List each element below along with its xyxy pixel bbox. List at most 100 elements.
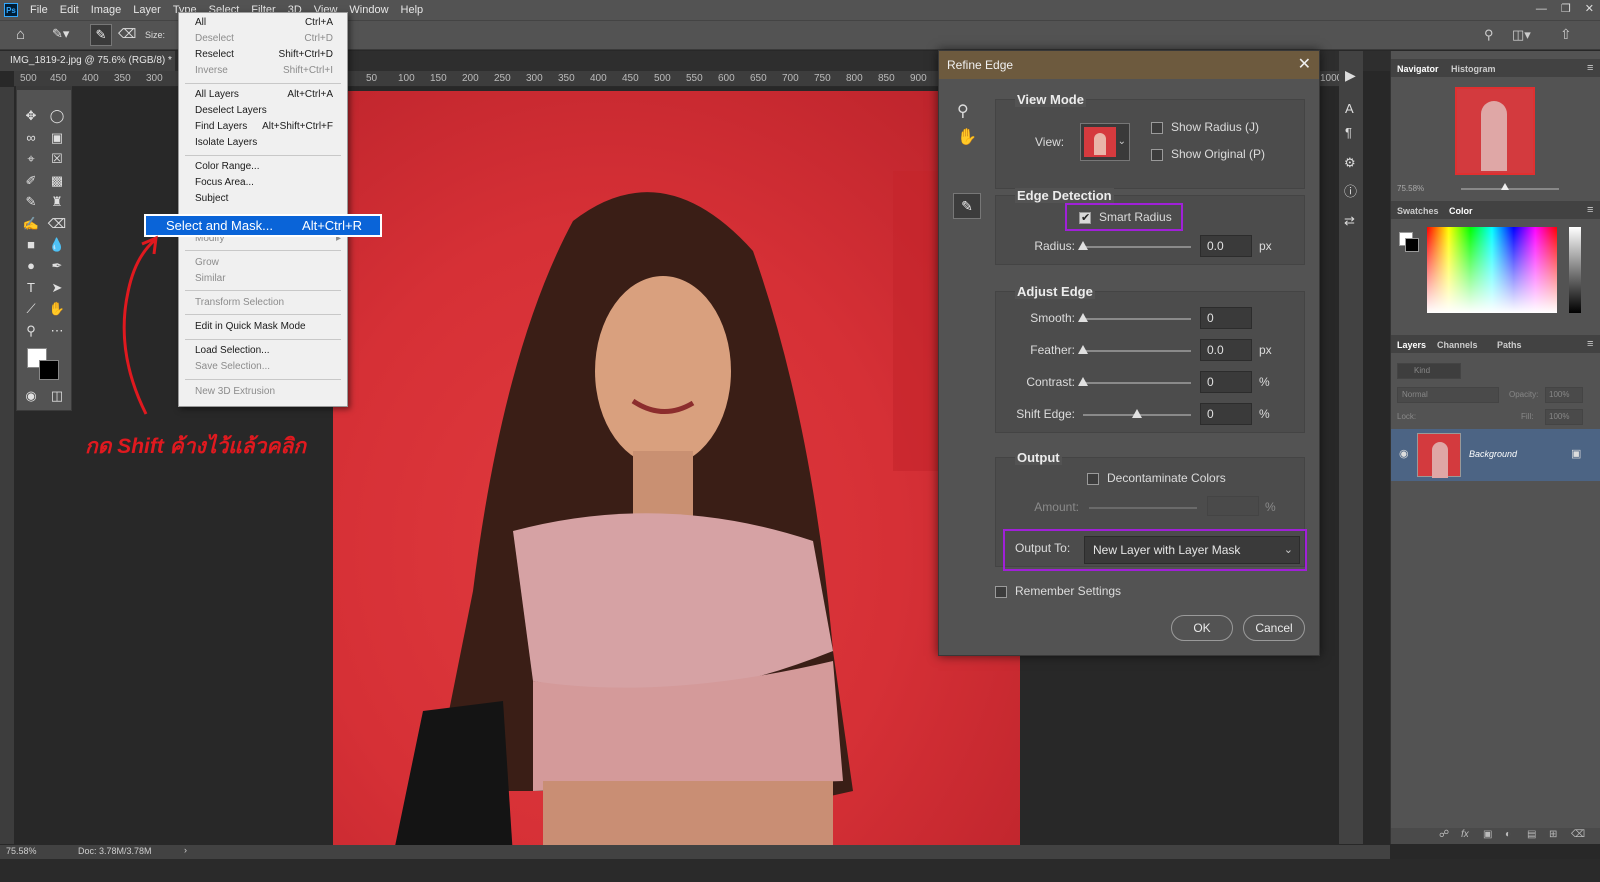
line-tool-icon[interactable]: ⟋ (20, 299, 42, 319)
zoom-tool-icon[interactable]: ⚲ (20, 321, 42, 341)
smooth-input[interactable]: 0 (1200, 307, 1252, 329)
layer-name[interactable]: Background (1469, 449, 1517, 459)
menu-item-all-layers[interactable]: All Layers Alt+Ctrl+A (179, 87, 347, 103)
play-icon[interactable]: ▶ (1345, 67, 1356, 84)
menu-item-quick-mask[interactable]: Edit in Quick Mask Mode (179, 319, 347, 335)
feather-slider-thumb[interactable] (1078, 345, 1088, 354)
search-icon[interactable]: ⚲ (1484, 27, 1494, 43)
new-layer-icon[interactable]: ⊞ (1549, 829, 1557, 840)
menu-item-inverse[interactable]: Inverse Shift+Ctrl+I (179, 63, 347, 79)
menu-item-deselect[interactable]: Deselect Ctrl+D (179, 31, 347, 47)
contrast-slider-track[interactable] (1083, 382, 1191, 384)
blend-mode-select[interactable]: Normal (1397, 387, 1499, 403)
ok-button[interactable]: OK (1171, 615, 1233, 641)
radius-slider-thumb[interactable] (1078, 241, 1088, 250)
fill-input[interactable]: 100% (1545, 409, 1583, 425)
tab-paths[interactable]: Paths (1497, 340, 1522, 350)
smooth-slider-thumb[interactable] (1078, 313, 1088, 322)
background-color-swatch[interactable] (1405, 238, 1419, 252)
group-icon[interactable]: ▤ (1527, 829, 1536, 840)
menu-window[interactable]: Window (343, 0, 394, 20)
hand-icon[interactable]: ✋ (957, 127, 977, 147)
menu-item-load-selection[interactable]: Load Selection... (179, 343, 347, 359)
menu-edit[interactable]: Edit (54, 0, 85, 20)
panel-menu-icon[interactable]: ≡ (1587, 338, 1593, 350)
marquee-tool-icon[interactable]: ◯ (46, 106, 68, 126)
adjustments-icon[interactable]: ⇄ (1344, 213, 1355, 229)
type-tool-icon[interactable]: T (20, 278, 42, 298)
link-layers-icon[interactable]: ☍ (1439, 829, 1449, 840)
eraser-tool-icon[interactable]: ⌫ (46, 214, 68, 234)
tab-histogram[interactable]: Histogram (1451, 64, 1496, 74)
workspace-icon[interactable]: ◫▾ (1512, 27, 1531, 43)
status-arrow-icon[interactable]: › (184, 845, 187, 855)
tab-navigator[interactable]: Navigator (1397, 64, 1439, 74)
paragraph-icon[interactable]: ¶ (1345, 125, 1352, 140)
brush-preset-icon[interactable]: ✎▾ (52, 26, 69, 42)
menu-item-find-layers[interactable]: Find Layers Alt+Shift+Ctrl+F (179, 119, 347, 135)
decontaminate-checkbox[interactable] (1087, 473, 1099, 485)
minimize-icon[interactable]: — (1536, 0, 1547, 18)
menu-layer[interactable]: Layer (127, 0, 167, 20)
stamp-tool-icon[interactable]: ♜ (46, 192, 68, 212)
move-tool-icon[interactable]: ✥ (20, 106, 42, 126)
patch-tool-icon[interactable]: ▩ (46, 171, 68, 191)
eraser-icon[interactable]: ⌫ (118, 26, 136, 42)
menu-item-save-selection[interactable]: Save Selection... (179, 359, 347, 375)
menu-item-similar[interactable]: Similar (179, 271, 347, 287)
background-color-swatch[interactable] (39, 360, 59, 380)
contrast-slider-thumb[interactable] (1078, 377, 1088, 386)
lasso-tool-icon[interactable]: ∞ (20, 128, 42, 148)
navigator-preview[interactable] (1455, 87, 1535, 175)
frame-tool-icon[interactable]: ☒ (46, 149, 68, 169)
radius-slider-track[interactable] (1083, 246, 1191, 248)
gradient-tool-icon[interactable]: ■ (20, 235, 42, 255)
feather-slider-track[interactable] (1083, 350, 1191, 352)
radius-input[interactable]: 0.0 (1200, 235, 1252, 257)
layer-row[interactable]: ◉ Background ▣ (1391, 429, 1600, 481)
menu-item-color-range[interactable]: Color Range... (179, 159, 347, 175)
add-mask-icon[interactable]: ▣ (1483, 829, 1492, 840)
home-icon[interactable]: ⌂ (16, 26, 25, 43)
restore-icon[interactable]: ❐ (1561, 0, 1571, 18)
view-mode-picker[interactable]: ⌄ (1080, 123, 1130, 161)
character-icon[interactable]: A (1345, 101, 1354, 116)
status-zoom[interactable]: 75.58% (6, 846, 37, 856)
amount-slider-track[interactable] (1089, 507, 1197, 509)
show-original-checkbox[interactable] (1151, 149, 1163, 161)
dodge-tool-icon[interactable]: ● (20, 256, 42, 276)
close-window-icon[interactable]: ✕ (1585, 0, 1594, 18)
menu-item-reselect[interactable]: Reselect Shift+Ctrl+D (179, 47, 347, 63)
navigator-zoom-slider[interactable] (1461, 188, 1559, 190)
smooth-slider-track[interactable] (1083, 318, 1191, 320)
document-tab[interactable]: IMG_1819-2.jpg @ 75.6% (RGB/8) * (0, 51, 175, 71)
fx-icon[interactable]: fx (1461, 829, 1469, 840)
menu-item-grow[interactable]: Grow (179, 255, 347, 271)
share-icon[interactable]: ⇧ (1560, 26, 1572, 43)
remember-settings-checkbox[interactable] (995, 586, 1007, 598)
output-to-select[interactable]: New Layer with Layer Mask ⌄ (1084, 536, 1300, 564)
color-spectrum[interactable] (1427, 227, 1557, 313)
menu-item-subject[interactable]: Subject (179, 191, 347, 207)
brush-tool-icon[interactable]: ✎ (20, 192, 42, 212)
screen-mode-icon[interactable]: ◫ (46, 386, 68, 406)
hand-tool-icon[interactable]: ✋ (46, 299, 68, 319)
tab-channels[interactable]: Channels (1437, 340, 1478, 350)
pen-tool-icon[interactable]: ✒ (46, 256, 68, 276)
menu-file[interactable]: File (24, 0, 54, 20)
adjustment-layer-icon[interactable]: ◐ (1505, 829, 1511, 840)
opacity-input[interactable]: 100% (1545, 387, 1583, 403)
info-icon[interactable]: ⓘ (1344, 181, 1357, 200)
navigator-zoom-thumb[interactable] (1501, 183, 1509, 190)
shift-edge-slider-thumb[interactable] (1132, 409, 1142, 418)
eyedropper-tool-icon[interactable]: ✐ (20, 171, 42, 191)
cancel-button[interactable]: Cancel (1243, 615, 1305, 641)
menu-image[interactable]: Image (85, 0, 128, 20)
path-select-icon[interactable]: ➤ (46, 278, 68, 298)
menu-item-isolate-layers[interactable]: Isolate Layers (179, 135, 347, 151)
menu-item-deselect-layers[interactable]: Deselect Layers (179, 103, 347, 119)
eye-icon[interactable]: ◉ (1399, 447, 1409, 460)
smart-radius-checkbox[interactable] (1079, 211, 1091, 224)
tab-color[interactable]: Color (1449, 206, 1473, 216)
tab-layers[interactable]: Layers (1397, 340, 1426, 350)
